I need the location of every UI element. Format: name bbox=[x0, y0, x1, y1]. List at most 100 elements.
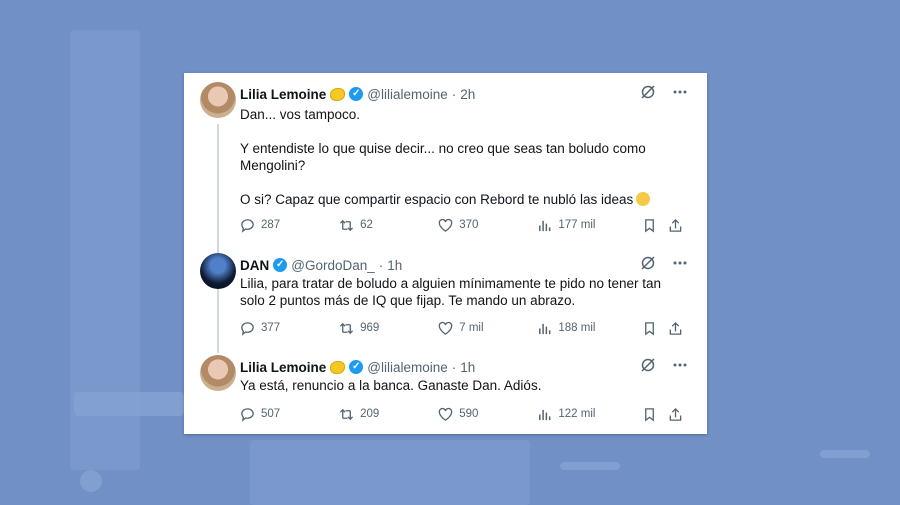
background-image bbox=[250, 440, 530, 505]
separator-dot: · bbox=[378, 257, 384, 273]
background-avatar bbox=[80, 470, 102, 492]
retweet-button[interactable]: 969 bbox=[339, 321, 438, 336]
reply-icon bbox=[241, 321, 254, 336]
retweet-button[interactable]: 62 bbox=[339, 218, 438, 233]
retweet-count: 62 bbox=[360, 219, 373, 231]
author-name[interactable]: Lilia Lemoine bbox=[240, 360, 326, 375]
bookmark-icon bbox=[645, 321, 655, 335]
like-button[interactable]: 370 bbox=[438, 218, 537, 233]
share-button[interactable] bbox=[668, 218, 687, 233]
tweet-header: Lilia Lemoine ✓ @lilialemoine · 1h bbox=[240, 357, 475, 377]
heart-icon bbox=[438, 321, 453, 335]
author-handle[interactable]: @GordoDan_ bbox=[291, 258, 375, 273]
verified-badge-icon: ✓ bbox=[349, 87, 364, 101]
views-button[interactable]: 122 mil bbox=[537, 407, 642, 422]
reply-button[interactable]: 287 bbox=[240, 218, 339, 233]
bookmark-button[interactable] bbox=[642, 407, 667, 422]
tweet-actions: 507 209 590 122 mil bbox=[240, 404, 687, 424]
reply-button[interactable]: 377 bbox=[240, 321, 339, 336]
retweet-count: 969 bbox=[360, 322, 380, 334]
bookmark-button[interactable] bbox=[642, 218, 667, 233]
tweet-top-actions bbox=[639, 254, 689, 272]
tweet-header: DAN ✓ @GordoDan_ · 1h bbox=[240, 255, 402, 275]
view-count: 122 mil bbox=[558, 408, 596, 420]
like-count: 7 mil bbox=[459, 322, 484, 334]
heart-icon bbox=[438, 407, 453, 421]
tweet-text: Lilia, para tratar de boludo a alguien m… bbox=[240, 275, 687, 309]
retweet-icon bbox=[340, 219, 354, 231]
tweet-paragraph: Dan... vos tampoco. bbox=[240, 107, 361, 122]
thinking-face-emoji-icon bbox=[636, 192, 651, 206]
tweet-header: Lilia Lemoine ✓ @lilialemoine · 2h bbox=[240, 84, 475, 104]
heart-icon bbox=[438, 218, 453, 232]
like-button[interactable]: 7 mil bbox=[438, 321, 537, 336]
timestamp[interactable]: 1h bbox=[460, 360, 475, 375]
author-name[interactable]: Lilia Lemoine bbox=[240, 87, 326, 102]
avatar[interactable] bbox=[200, 355, 236, 391]
views-button[interactable]: 177 mil bbox=[537, 218, 642, 233]
share-button[interactable] bbox=[668, 407, 687, 422]
tweet-paragraph-text: O si? Capaz que compartir espacio con Re… bbox=[240, 192, 634, 207]
verified-badge-icon: ✓ bbox=[273, 258, 288, 272]
tweet-actions: 377 969 7 mil 188 mil bbox=[240, 318, 687, 338]
background-text bbox=[820, 450, 870, 458]
retweet-icon bbox=[340, 408, 354, 420]
bookmark-icon bbox=[645, 407, 655, 421]
avatar[interactable] bbox=[200, 253, 236, 289]
share-button[interactable] bbox=[668, 321, 687, 336]
view-count: 188 mil bbox=[558, 322, 596, 334]
like-count: 590 bbox=[459, 408, 479, 420]
verified-badge-icon: ✓ bbox=[349, 360, 364, 374]
tweet-2[interactable]: DAN ✓ @GordoDan_ · 1h Lilia, para tratar… bbox=[184, 244, 707, 344]
tweet-actions: 287 62 370 177 mil bbox=[240, 215, 687, 235]
tweet-top-actions bbox=[639, 83, 689, 101]
views-button[interactable]: 188 mil bbox=[537, 321, 642, 336]
reply-count: 287 bbox=[261, 219, 281, 231]
tweet-1[interactable]: Lilia Lemoine ✓ @lilialemoine · 2h Dan..… bbox=[184, 73, 707, 243]
tweet-text: Dan... vos tampoco. Y entendiste lo que … bbox=[240, 106, 687, 208]
grok-icon[interactable] bbox=[639, 254, 657, 272]
author-name[interactable]: DAN bbox=[240, 258, 269, 273]
tweet-paragraph: Y entendiste lo que quise decir... no cr… bbox=[240, 141, 646, 173]
author-handle[interactable]: @lilialemoine bbox=[367, 87, 448, 102]
lemon-emoji-icon bbox=[330, 360, 346, 374]
tweet-text: Ya está, renuncio a la banca. Ganaste Da… bbox=[240, 377, 687, 394]
tweet-paragraph: Ya está, renuncio a la banca. Ganaste Da… bbox=[240, 378, 542, 393]
retweet-icon bbox=[340, 322, 354, 334]
bookmark-button[interactable] bbox=[642, 321, 667, 336]
separator-dot: · bbox=[451, 86, 457, 102]
like-button[interactable]: 590 bbox=[438, 407, 537, 422]
like-count: 370 bbox=[459, 219, 479, 231]
author-handle[interactable]: @lilialemoine bbox=[367, 360, 448, 375]
grok-icon[interactable] bbox=[639, 356, 657, 374]
background-post-button bbox=[74, 392, 184, 416]
reply-icon bbox=[241, 218, 254, 233]
more-options-icon[interactable] bbox=[671, 83, 689, 101]
timestamp[interactable]: 1h bbox=[387, 258, 402, 273]
bookmark-icon bbox=[645, 218, 655, 232]
grok-icon[interactable] bbox=[639, 83, 657, 101]
tweet-3[interactable]: Lilia Lemoine ✓ @lilialemoine · 1h Ya es… bbox=[184, 346, 707, 434]
reply-button[interactable]: 507 bbox=[240, 407, 339, 422]
views-chart-icon bbox=[539, 323, 551, 334]
share-icon bbox=[669, 321, 681, 335]
reply-count: 507 bbox=[261, 408, 281, 420]
tweet-paragraph: O si? Capaz que compartir espacio con Re… bbox=[240, 191, 687, 208]
tweet-paragraph: Lilia, para tratar de boludo a alguien m… bbox=[240, 276, 662, 308]
share-icon bbox=[669, 407, 681, 421]
reply-icon bbox=[241, 407, 254, 422]
share-icon bbox=[669, 218, 681, 232]
more-options-icon[interactable] bbox=[671, 356, 689, 374]
avatar[interactable] bbox=[200, 82, 236, 118]
retweet-button[interactable]: 209 bbox=[339, 407, 438, 422]
separator-dot: · bbox=[451, 359, 457, 375]
view-count: 177 mil bbox=[558, 219, 596, 231]
background-text bbox=[560, 462, 620, 470]
views-chart-icon bbox=[539, 220, 551, 231]
more-options-icon[interactable] bbox=[671, 254, 689, 272]
reply-count: 377 bbox=[261, 322, 281, 334]
lemon-emoji-icon bbox=[330, 87, 346, 101]
timestamp[interactable]: 2h bbox=[460, 87, 475, 102]
tweet-thread-card: Lilia Lemoine ✓ @lilialemoine · 2h Dan..… bbox=[184, 73, 707, 434]
retweet-count: 209 bbox=[360, 408, 380, 420]
